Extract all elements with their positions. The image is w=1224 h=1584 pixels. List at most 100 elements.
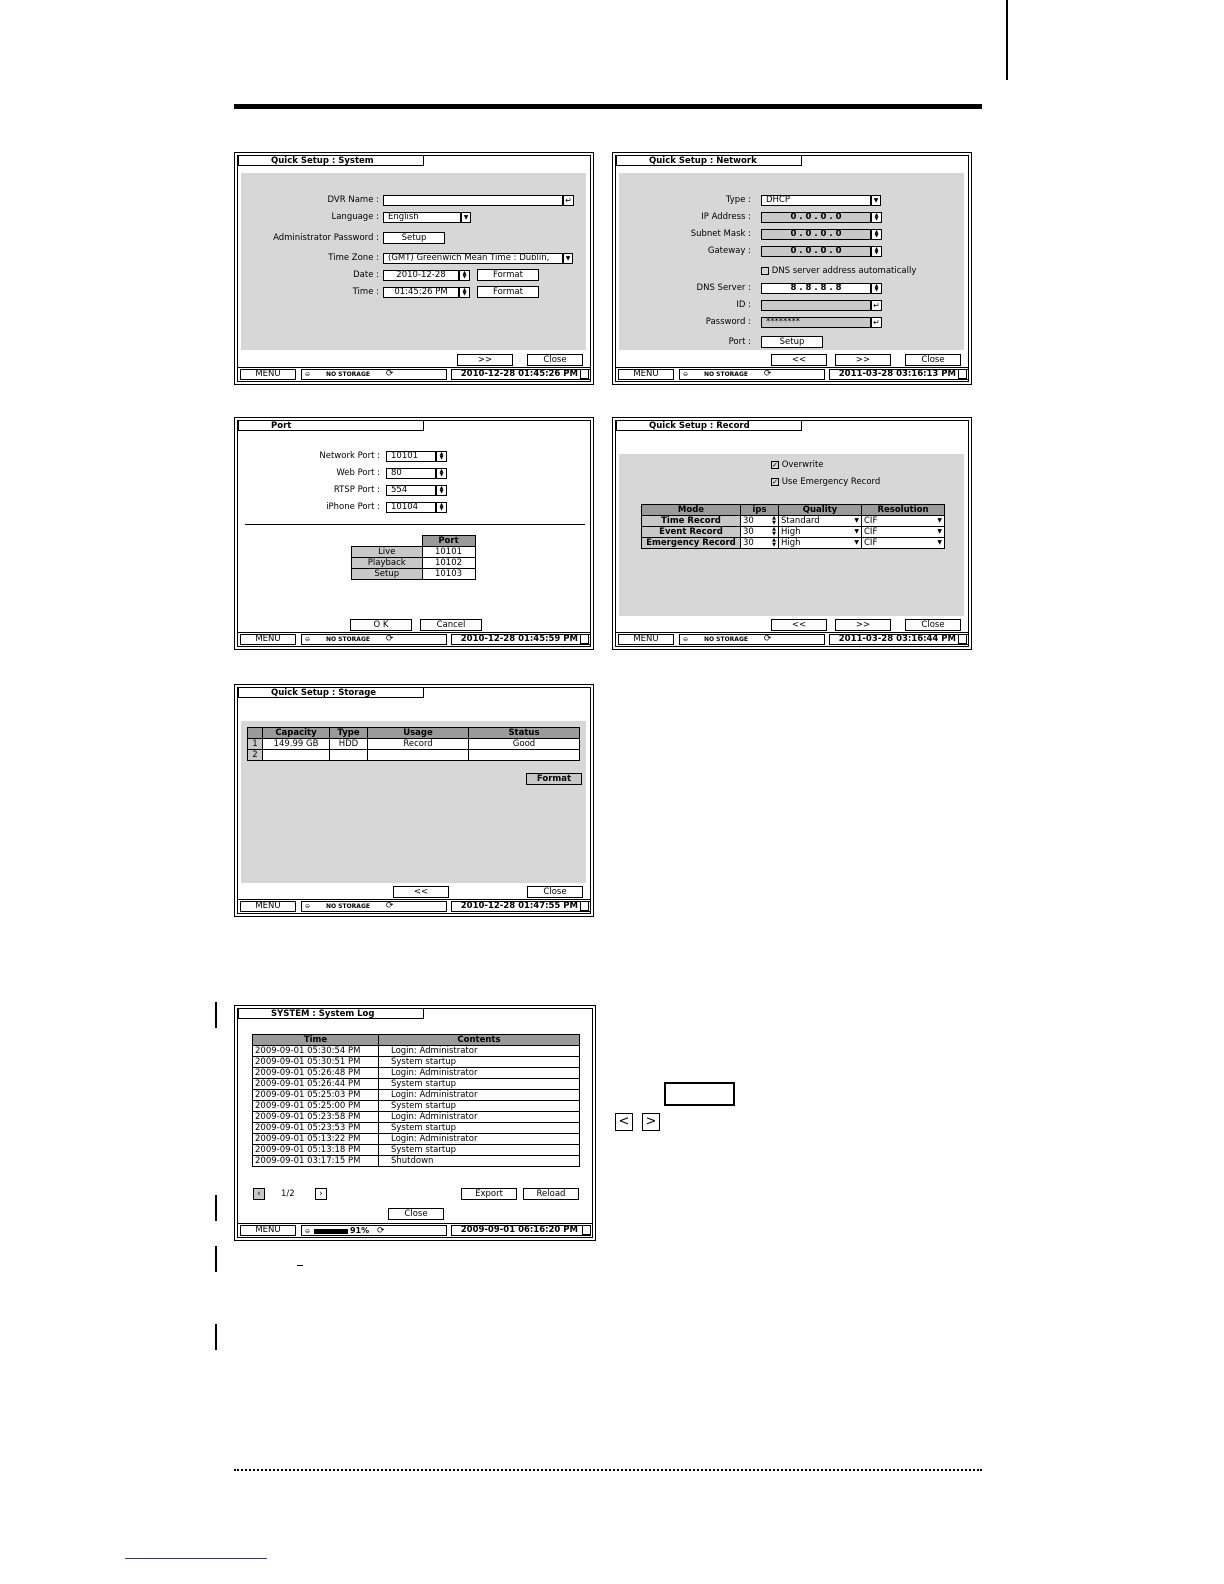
quality-select[interactable]: Standard ▼	[778, 515, 862, 527]
spinner-icon[interactable]: ▲ ▼	[436, 451, 447, 462]
table-row: Emergency Record 30 ▲ ▼ High ▼ CIF ▼	[641, 537, 945, 549]
table-row[interactable]: 2009-09-01 05:13:18 PM System startup	[252, 1144, 580, 1156]
next-button[interactable]: >>	[457, 354, 513, 366]
checkbox-icon[interactable]	[761, 266, 769, 275]
close-button[interactable]: Close	[905, 354, 961, 366]
iphone-port-field[interactable]: 10104	[386, 502, 436, 513]
quality-select[interactable]: High ▼	[778, 526, 862, 538]
menu-button[interactable]: MENU	[240, 901, 296, 912]
spinner-icon[interactable]: ▲ ▼	[436, 468, 447, 479]
chevron-down-icon[interactable]: ▼	[937, 516, 942, 526]
close-button[interactable]: Close	[388, 1208, 444, 1220]
chevron-down-icon[interactable]: ▼	[871, 195, 881, 206]
time-format-button[interactable]: Format	[477, 286, 539, 298]
gateway-field[interactable]: 0 . 0 . 0 . 0	[761, 246, 871, 257]
spinner-icon[interactable]: ▲ ▼	[772, 538, 776, 548]
menu-button[interactable]: MENU	[240, 1225, 296, 1236]
storage-table: Capacity Type Usage Status 1 149.99 GB H…	[247, 727, 580, 761]
table-row[interactable]: 2009-09-01 05:30:54 PM Login: Administrat…	[252, 1045, 580, 1057]
rtsp-port-field[interactable]: 554	[386, 485, 436, 496]
ips-field[interactable]: 30 ▲ ▼	[740, 526, 779, 538]
resolution-select[interactable]: CIF ▼	[861, 526, 945, 538]
port-setup-button[interactable]: Setup	[761, 336, 823, 348]
prev-button[interactable]: <<	[771, 354, 827, 366]
close-button[interactable]: Close	[527, 886, 583, 898]
table-row[interactable]: 2009-09-01 05:30:51 PM System startup	[252, 1056, 580, 1068]
export-button[interactable]: Export	[461, 1188, 517, 1200]
spinner-icon[interactable]: ▲ ▼	[459, 270, 470, 281]
next-page-button[interactable]: ›	[315, 1188, 327, 1200]
resolution-select[interactable]: CIF ▼	[861, 515, 945, 527]
enter-icon[interactable]: ↵	[871, 300, 882, 311]
dvr-name-field[interactable]	[383, 195, 563, 206]
ips-field[interactable]: 30 ▲ ▼	[740, 515, 779, 527]
menu-button[interactable]: MENU	[618, 634, 674, 645]
spinner-icon[interactable]: ▲ ▼	[459, 287, 470, 298]
ips-field[interactable]: 30 ▲ ▼	[740, 537, 779, 549]
menu-button[interactable]: MENU	[618, 369, 674, 380]
cancel-button[interactable]: Cancel	[420, 619, 482, 631]
enter-icon[interactable]: ↵	[563, 195, 574, 206]
table-row[interactable]: 2009-09-01 05:25:00 PM System startup	[252, 1100, 580, 1112]
format-button[interactable]: Format	[526, 773, 582, 785]
overwrite-checkbox[interactable]: ✓ Overwrite	[771, 460, 824, 470]
spinner-icon[interactable]: ▲ ▼	[436, 485, 447, 496]
network-port-field[interactable]: 10101	[386, 451, 436, 462]
chevron-down-icon[interactable]: ▼	[854, 527, 859, 537]
close-button[interactable]: Close	[905, 619, 961, 631]
dns-auto-checkbox[interactable]: DNS server address automatically	[761, 266, 916, 276]
table-row[interactable]: 2009-09-01 05:23:53 PM System startup	[252, 1122, 580, 1134]
admin-password-setup-button[interactable]: Setup	[383, 232, 445, 244]
next-button[interactable]: >>	[835, 619, 891, 631]
emergency-record-checkbox[interactable]: ✓ Use Emergency Record	[771, 477, 880, 487]
quality-select[interactable]: High ▼	[778, 537, 862, 549]
checkbox-checked-icon[interactable]: ✓	[771, 477, 779, 486]
dns-server-field[interactable]: 8 . 8 . 8 . 8	[761, 283, 871, 294]
menu-button[interactable]: MENU	[240, 634, 296, 645]
enter-icon[interactable]: ↵	[871, 317, 882, 328]
chevron-down-icon[interactable]: ▼	[937, 527, 942, 537]
prev-button[interactable]: <<	[393, 886, 449, 898]
ok-button[interactable]: O K	[350, 619, 412, 631]
time-zone-select[interactable]: (GMT) Greenwich Mean Time : Dublin,	[383, 253, 563, 264]
chevron-down-icon[interactable]: ▼	[461, 212, 471, 223]
spinner-icon[interactable]: ▲ ▼	[772, 527, 776, 537]
subnet-mask-field[interactable]: 0 . 0 . 0 . 0	[761, 229, 871, 240]
spinner-icon[interactable]: ▲ ▼	[871, 283, 882, 294]
reload-button[interactable]: Reload	[523, 1188, 579, 1200]
table-row[interactable]: 2	[247, 749, 580, 761]
chevron-down-icon[interactable]: ▼	[937, 538, 942, 548]
resolution-select[interactable]: CIF ▼	[861, 537, 945, 549]
id-field[interactable]	[761, 300, 871, 311]
spinner-icon[interactable]: ▲ ▼	[871, 246, 882, 257]
type-select[interactable]: DHCP	[761, 195, 871, 206]
date-format-button[interactable]: Format	[477, 269, 539, 281]
table-row[interactable]: 2009-09-01 05:26:44 PM System startup	[252, 1078, 580, 1090]
table-row[interactable]: 2009-09-01 05:23:58 PM Login: Administrat…	[252, 1111, 580, 1123]
table-row[interactable]: 1 149.99 GB HDD Record Good	[247, 738, 580, 750]
password-field[interactable]: ********	[761, 317, 871, 328]
spinner-icon[interactable]: ▲ ▼	[871, 212, 882, 223]
date-field[interactable]: 2010-12-28	[383, 270, 459, 281]
rotate-icon: ⟳	[385, 901, 394, 911]
chevron-down-icon[interactable]: ▼	[854, 516, 859, 526]
next-button[interactable]: >>	[835, 354, 891, 366]
prev-page-button[interactable]: ‹	[253, 1188, 265, 1200]
close-button[interactable]: Close	[527, 354, 583, 366]
checkbox-checked-icon[interactable]: ✓	[771, 460, 779, 469]
prev-button[interactable]: <<	[771, 619, 827, 631]
spinner-icon[interactable]: ▲ ▼	[772, 516, 776, 526]
ip-address-field[interactable]: 0 . 0 . 0 . 0	[761, 212, 871, 223]
table-row[interactable]: 2009-09-01 03:17:15 PM Shutdown	[252, 1155, 580, 1167]
web-port-field[interactable]: 80	[386, 468, 436, 479]
chevron-down-icon[interactable]: ▼	[563, 253, 573, 264]
language-select[interactable]: English	[383, 212, 461, 223]
table-row[interactable]: 2009-09-01 05:13:22 PM Login: Administrat…	[252, 1133, 580, 1145]
menu-button[interactable]: MENU	[240, 369, 296, 380]
chevron-down-icon[interactable]: ▼	[854, 538, 859, 548]
table-row[interactable]: 2009-09-01 05:26:48 PM Login: Administrat…	[252, 1067, 580, 1079]
spinner-icon[interactable]: ▲ ▼	[436, 502, 447, 513]
spinner-icon[interactable]: ▲ ▼	[871, 229, 882, 240]
table-row[interactable]: 2009-09-01 05:25:03 PM Login: Administrat…	[252, 1089, 580, 1101]
time-field[interactable]: 01:45:26 PM	[383, 287, 459, 298]
